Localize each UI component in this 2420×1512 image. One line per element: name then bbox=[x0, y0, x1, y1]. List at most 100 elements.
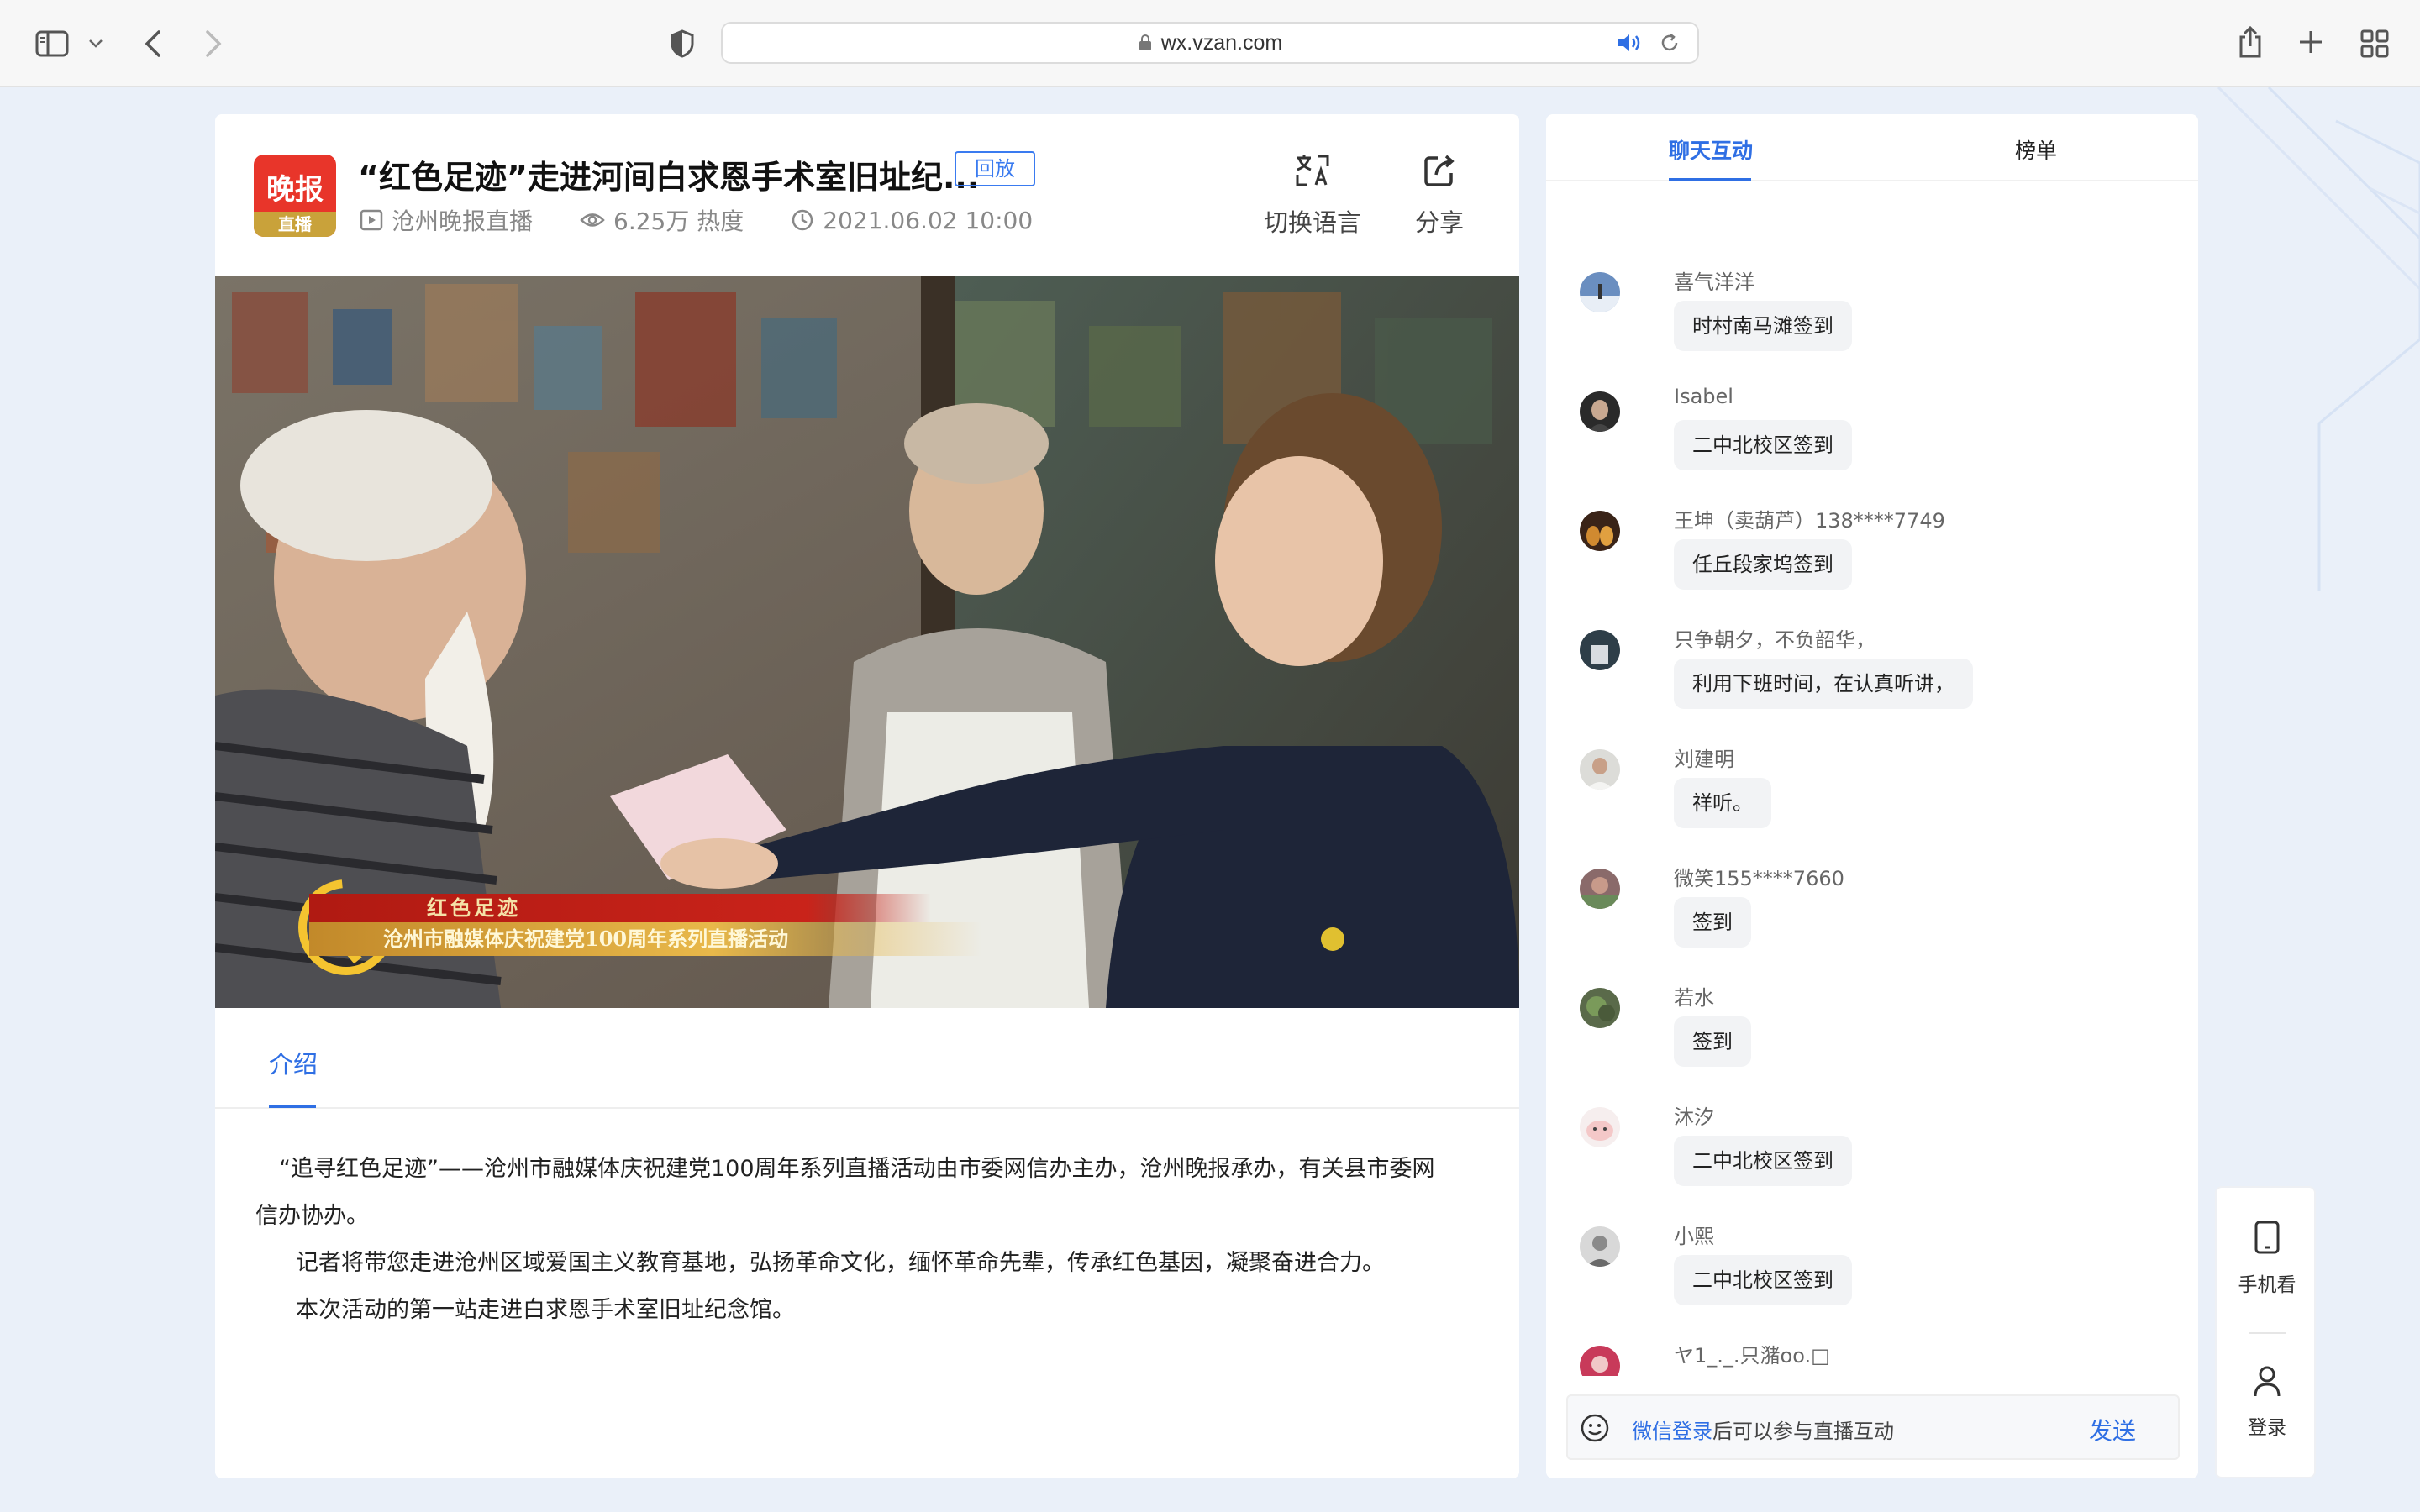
chat-message: 若水 签到 bbox=[1580, 981, 2185, 1100]
avatar[interactable] bbox=[1580, 1226, 1620, 1267]
floating-action-bar: 手机看 登录 bbox=[2215, 1186, 2316, 1478]
sidebar-toggle-icon[interactable] bbox=[32, 27, 72, 60]
new-tab-icon[interactable] bbox=[2296, 27, 2326, 57]
message-author: Isabel bbox=[1674, 385, 1733, 408]
video-banner-title: 红色足迹 bbox=[309, 894, 931, 922]
translate-icon bbox=[1296, 155, 1329, 186]
chat-message: 沐汐 二中北校区签到 bbox=[1580, 1100, 2185, 1220]
avatar[interactable] bbox=[1580, 272, 1620, 312]
background-decoration bbox=[2217, 87, 2420, 591]
mobile-phone-icon bbox=[2254, 1221, 2280, 1254]
mobile-view-label: 手机看 bbox=[2238, 1274, 2296, 1296]
tab-ranking[interactable]: 榜单 bbox=[2015, 134, 2057, 165]
tab-active-indicator bbox=[269, 1105, 316, 1108]
chevron-down-icon[interactable] bbox=[84, 32, 108, 55]
share-icon[interactable] bbox=[2235, 22, 2265, 62]
message-text: 二中北校区签到 bbox=[1674, 420, 1852, 470]
avatar[interactable] bbox=[1580, 1107, 1620, 1147]
wechat-login-link[interactable]: 微信登录 bbox=[1632, 1420, 1712, 1443]
chat-tabbar: 聊天互动 榜单 bbox=[1546, 114, 2198, 181]
url-text: wx.vzan.com bbox=[1160, 30, 1283, 55]
chat-message: Isabel 二中北校区签到 bbox=[1580, 385, 2185, 504]
logo-text-top: 晚报 bbox=[266, 173, 324, 207]
reload-icon[interactable] bbox=[1659, 32, 1681, 54]
chat-panel: 聊天互动 榜单 喜气洋洋 时村南马滩签到 Isabel 二中北校区签到 王坤（卖… bbox=[1546, 114, 2198, 1478]
message-author: 微笑155****7660 bbox=[1674, 867, 1844, 890]
info-tabbar: 介绍 bbox=[215, 1008, 1519, 1109]
speaker-icon[interactable] bbox=[1617, 33, 1642, 53]
message-text: 时村南马滩签到 bbox=[1674, 301, 1852, 351]
avatar[interactable] bbox=[1580, 749, 1620, 790]
chat-message: 刘建明 祥听。 bbox=[1580, 743, 2185, 862]
lock-icon bbox=[1139, 34, 1151, 50]
send-button[interactable]: 发送 bbox=[2089, 1413, 2136, 1446]
message-author: 只争朝夕，不负韶华， bbox=[1674, 628, 1876, 652]
logo-text-bottom: 直播 bbox=[254, 212, 336, 237]
message-text: 二中北校区签到 bbox=[1674, 1255, 1852, 1305]
browser-toolbar: wx.vzan.com bbox=[0, 0, 2420, 87]
message-author: 若水 bbox=[1674, 986, 1714, 1010]
message-author: 小熙 bbox=[1674, 1225, 1714, 1248]
share-label: 分享 bbox=[1415, 208, 1465, 237]
chat-message: 王坤（卖葫芦）138****7749 任丘段家坞签到 bbox=[1580, 504, 2185, 623]
live-room-card: 晚报 直播 “红色足迹”走进河间白求恩手术室旧址纪... 回放 沧州晚报直播 6… bbox=[215, 114, 1519, 1478]
avatar[interactable] bbox=[1580, 511, 1620, 551]
login-button[interactable]: 登录 bbox=[2217, 1364, 2317, 1440]
mobile-view-button[interactable]: 手机看 bbox=[2217, 1220, 2317, 1297]
video-banner-subtitle: 沧州市融媒体庆祝建党100周年系列直播活动 bbox=[309, 922, 981, 956]
replay-badge: 回放 bbox=[955, 151, 1035, 186]
video-player[interactable]: 红色足迹 沧州市融媒体庆祝建党100周年系列直播活动 bbox=[215, 276, 1519, 1008]
message-text: 任丘段家坞签到 bbox=[1674, 539, 1852, 590]
chat-message: 只争朝夕，不负韶华， 利用下班时间，在认真听讲， bbox=[1580, 623, 2185, 743]
message-text: 利用下班时间，在认真听讲， bbox=[1674, 659, 1973, 709]
intro-content: “追寻红色足迹”——沧州市融媒体庆祝建党100周年系列直播活动由市委网信办主办，… bbox=[255, 1146, 1449, 1334]
start-time: 2021.06.02 10:00 bbox=[823, 206, 1034, 234]
channel-meta[interactable]: 沧州晚报直播 bbox=[360, 203, 533, 237]
tab-overview-icon[interactable] bbox=[2358, 27, 2391, 60]
message-author: 刘建明 bbox=[1674, 748, 1734, 771]
tab-intro[interactable]: 介绍 bbox=[269, 1045, 318, 1080]
message-author: 喜气洋洋 bbox=[1674, 270, 1754, 294]
chat-message: ヤ1_._.只潴oo.□ bbox=[1580, 1339, 2185, 1376]
avatar[interactable] bbox=[1580, 1346, 1620, 1376]
chat-message: 喜气洋洋 时村南马滩签到 bbox=[1580, 265, 2185, 385]
chat-message: 微笑155****7660 签到 bbox=[1580, 862, 2185, 981]
page-title: “红色足迹”走进河间白求恩手术室旧址纪... bbox=[358, 159, 980, 196]
clock-icon bbox=[792, 209, 813, 231]
channel-name: 沧州晚报直播 bbox=[392, 207, 534, 235]
message-author: ヤ1_._.只潴oo.□ bbox=[1674, 1344, 1830, 1368]
avatar[interactable] bbox=[1580, 391, 1620, 432]
address-bar[interactable]: wx.vzan.com bbox=[721, 22, 1699, 64]
back-icon[interactable] bbox=[138, 25, 168, 62]
float-divider bbox=[2249, 1332, 2286, 1334]
emoji-icon[interactable] bbox=[1580, 1413, 1610, 1443]
avatar[interactable] bbox=[1580, 988, 1620, 1028]
privacy-shield-icon[interactable] bbox=[666, 27, 699, 60]
login-prompt-text: 后可以参与直播互动 bbox=[1712, 1420, 1894, 1443]
views-meta: 6.25万 热度 bbox=[580, 203, 744, 237]
avatar[interactable] bbox=[1580, 869, 1620, 909]
intro-paragraph-1: “追寻红色足迹”——沧州市融媒体庆祝建党100周年系列直播活动由市委网信办主办，… bbox=[255, 1156, 1435, 1229]
switch-language-label: 切换语言 bbox=[1264, 208, 1362, 237]
chat-input-bar[interactable]: 微信登录后可以参与直播互动 发送 bbox=[1566, 1394, 2180, 1460]
tab-chat[interactable]: 聊天互动 bbox=[1669, 134, 1753, 165]
message-text: 签到 bbox=[1674, 897, 1751, 948]
live-meta: 沧州晚报直播 6.25万 热度 2021.06.02 10:00 bbox=[360, 203, 1080, 237]
intro-paragraph-2: 记者将带您走进沧州区域爱国主义教育基地，弘扬革命文化，缅怀革命先辈，传承红色基因… bbox=[296, 1250, 1385, 1276]
channel-logo[interactable]: 晚报 直播 bbox=[254, 155, 336, 237]
login-label: 登录 bbox=[2248, 1417, 2286, 1439]
message-author: 沐汐 bbox=[1674, 1105, 1714, 1129]
message-text: 祥听。 bbox=[1674, 778, 1771, 828]
avatar[interactable] bbox=[1580, 630, 1620, 670]
switch-language-button[interactable]: 切换语言 bbox=[1264, 153, 1361, 239]
live-header: 晚报 直播 “红色足迹”走进河间白求恩手术室旧址纪... 回放 沧州晚报直播 6… bbox=[215, 114, 1519, 276]
share-out-icon bbox=[1424, 155, 1455, 186]
message-text: 签到 bbox=[1674, 1016, 1751, 1067]
time-meta: 2021.06.02 10:00 bbox=[791, 207, 1033, 234]
view-count: 6.25万 热度 bbox=[613, 207, 744, 235]
eye-icon bbox=[580, 213, 605, 227]
forward-icon[interactable] bbox=[198, 25, 229, 62]
share-button[interactable]: 分享 bbox=[1415, 153, 1464, 239]
intro-paragraph-3: 本次活动的第一站走进白求恩手术室旧址纪念馆。 bbox=[296, 1297, 795, 1323]
chat-message-list[interactable]: 喜气洋洋 时村南马滩签到 Isabel 二中北校区签到 王坤（卖葫芦）138**… bbox=[1546, 181, 2198, 1376]
